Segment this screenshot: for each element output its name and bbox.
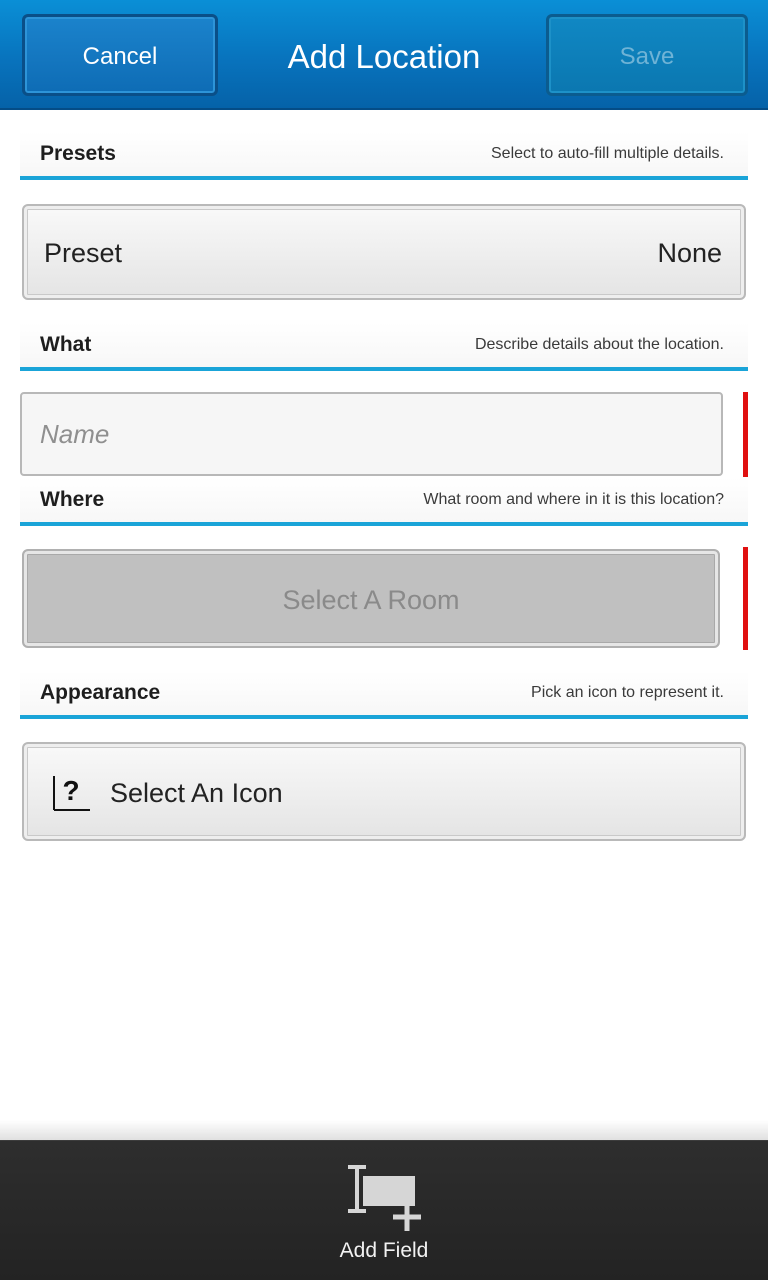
section-title: Presets <box>40 142 116 165</box>
section-hint: Select to auto-fill multiple details. <box>491 145 724 162</box>
add-field-action[interactable]: Add Field <box>309 1141 459 1281</box>
save-button[interactable]: Save <box>546 14 748 96</box>
page-title: Add Location <box>287 38 481 75</box>
svg-text:?: ? <box>62 775 79 806</box>
section-header-appearance: Appearance Pick an icon to represent it. <box>20 671 748 719</box>
preset-value: None <box>657 238 722 268</box>
select-icon-label: Select An Icon <box>110 778 283 808</box>
action-bar-shadow <box>0 1120 768 1140</box>
section-title: What <box>40 333 92 356</box>
unknown-icon: ? <box>53 775 90 811</box>
section-header-where: Where What room and where in it is this … <box>20 478 748 526</box>
preset-label: Preset <box>44 238 123 268</box>
action-bar: Add Field <box>0 1140 768 1280</box>
section-hint: Pick an icon to represent it. <box>531 684 724 701</box>
required-indicator <box>743 392 748 477</box>
section-title: Where <box>40 488 105 511</box>
add-field-icon <box>348 1165 421 1231</box>
title-bar: Cancel Add Location Save <box>0 0 768 110</box>
section-hint: What room and where in it is this locati… <box>423 491 724 508</box>
preset-dropdown[interactable]: Preset None <box>22 204 746 300</box>
add-field-label: Add Field <box>339 1239 429 1262</box>
section-hint: Describe details about the location. <box>474 336 724 353</box>
select-room-button[interactable]: Select A Room <box>22 549 720 648</box>
select-room-label: Select A Room <box>282 585 460 615</box>
section-header-what: What Describe details about the location… <box>20 323 748 371</box>
name-field[interactable] <box>20 392 723 476</box>
required-indicator <box>743 547 748 650</box>
cancel-button[interactable]: Cancel <box>22 14 218 96</box>
name-input[interactable] <box>40 414 690 454</box>
section-header-presets: Presets Select to auto-fill multiple det… <box>20 132 748 180</box>
section-title: Appearance <box>40 681 161 704</box>
select-icon-button[interactable]: ? Select An Icon <box>22 742 746 841</box>
